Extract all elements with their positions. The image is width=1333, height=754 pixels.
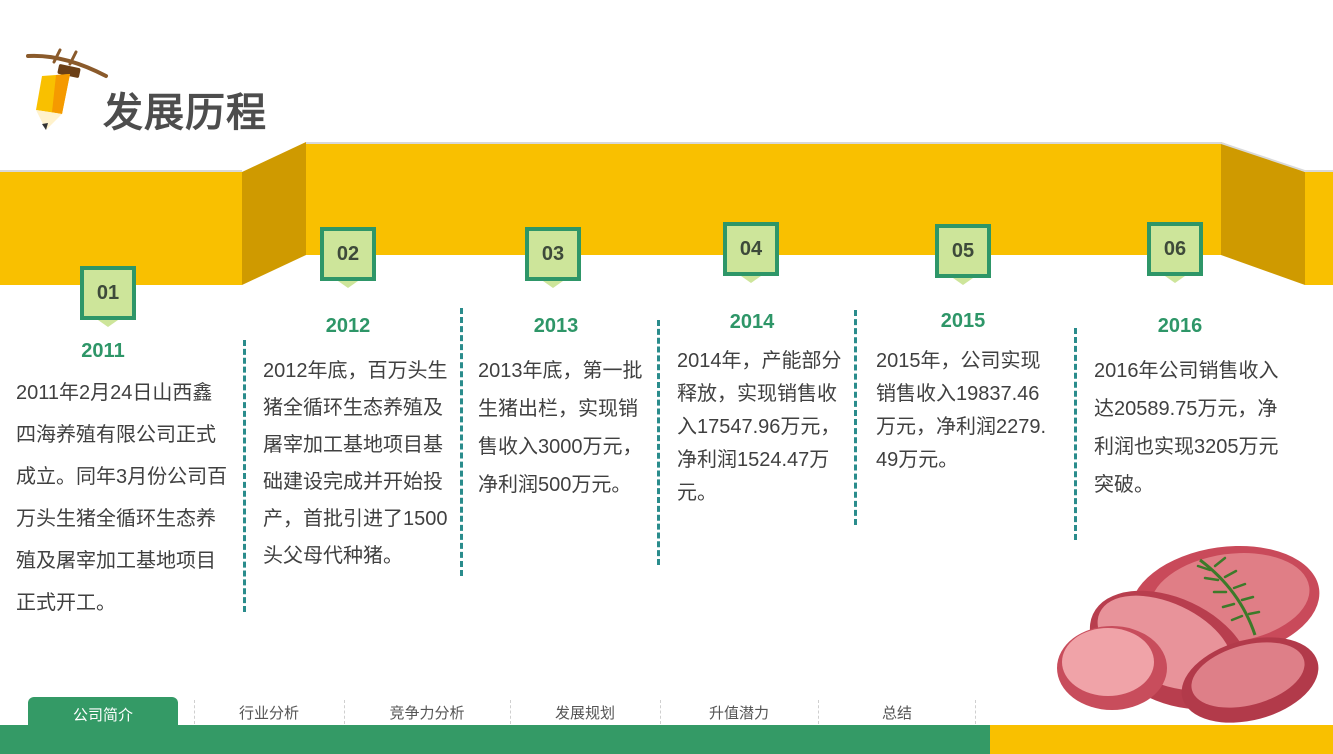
timeline-year-2014: 2014 [729, 311, 775, 333]
timeline-year-2011: 2011 [81, 340, 125, 362]
timeline-badge-02: 02 [320, 227, 376, 288]
nav-tab-value-potential[interactable]: 升值潜力 [662, 702, 816, 726]
timeline-text-2015: 2015年，公司实现销售收入19837.46万元，净利润2279.49万元。 [876, 350, 1047, 471]
timeline-badge-04: 04 [723, 222, 779, 283]
pencil-icon [26, 48, 108, 130]
nav-tab-competitiveness[interactable]: 竞争力分析 [346, 702, 508, 726]
timeline-badge-06: 06 [1147, 222, 1203, 283]
timeline-text-2016: 2016年公司销售收入达20589.75万元，净利润也实现3205万元突破。 [1094, 360, 1279, 496]
timeline-year-2013: 2013 [533, 315, 579, 337]
timeline-badge-01: 01 [80, 266, 136, 327]
timeline-text-2012: 2012年底，百万头生猪全循环生态养殖及屠宰加工基地项目基础建设完成并开始投产，… [263, 360, 448, 567]
nav-separator [660, 700, 661, 724]
timeline-text-2011: 2011年2月24日山西鑫四海养殖有限公司正式成立。同年3月份公司百万头生猪全循… [16, 382, 228, 614]
timeline-divider [460, 308, 463, 576]
footer-bar [0, 725, 990, 754]
timeline-text-2014: 2014年，产能部分释放，实现销售收入17547.96万元，净利润1524.47… [677, 350, 842, 504]
timeline-year-2012: 2012 [325, 315, 371, 337]
timeline-text-2013: 2013年底，第一批生猪出栏，实现销售收入3000万元，净利润500万元。 [478, 360, 643, 496]
timeline-band [0, 142, 1333, 285]
timeline-year-2016: 2016 [1157, 315, 1203, 337]
slide: 发展历程 01 02 03 04 05 06 2011 2012 2013 20… [0, 0, 1333, 754]
nav-separator [510, 700, 511, 724]
timeline-divider [657, 320, 660, 565]
nav-tab-summary[interactable]: 总结 [820, 702, 974, 726]
nav-separator [194, 700, 195, 724]
timeline-badge-05: 05 [935, 224, 991, 285]
nav-tab-industry-analysis[interactable]: 行业分析 [196, 702, 342, 726]
nav-separator [818, 700, 819, 724]
timeline-badge-03: 03 [525, 227, 581, 288]
nav-separator [344, 700, 345, 724]
timeline-divider [854, 310, 857, 525]
timeline-divider [1074, 328, 1077, 540]
footer-accent-bar [990, 725, 1333, 754]
timeline-divider [243, 340, 246, 612]
nav-tab-development-plan[interactable]: 发展规划 [512, 702, 658, 726]
pork-meat-image [1057, 545, 1320, 723]
timeline-year-2015: 2015 [940, 310, 986, 332]
nav-tab-company-intro[interactable]: 公司简介 [28, 697, 178, 727]
nav-separator [975, 700, 976, 724]
